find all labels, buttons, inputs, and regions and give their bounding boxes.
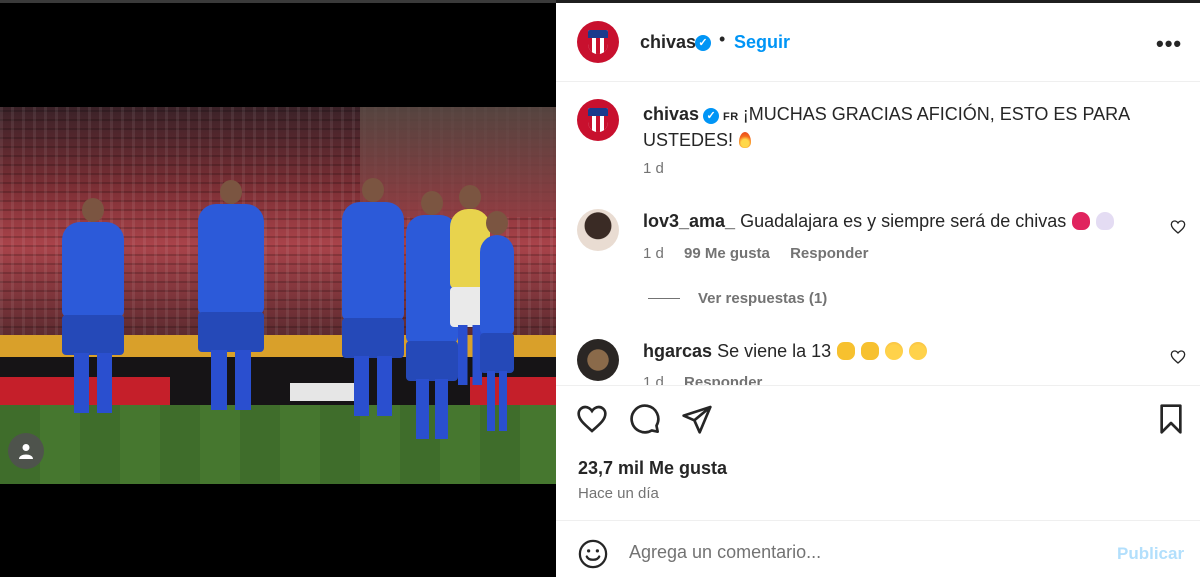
comment-bubble-icon[interactable] — [629, 403, 661, 435]
comment-text-line: lov3_ama_ Guadalajara es y siempre será … — [643, 211, 1115, 232]
like-comment-heart-icon[interactable] — [1170, 349, 1186, 365]
view-replies-label: Ver respuestas (1) — [698, 290, 828, 307]
heart-eyes-emoji-icon — [909, 342, 928, 360]
share-send-icon[interactable] — [681, 403, 713, 435]
reply-button[interactable]: Responder — [684, 374, 762, 385]
comment-text-line: hgarcas Se viene la 13 — [643, 341, 928, 362]
caption-tag: FR — [723, 111, 739, 123]
stadium-stands-light — [360, 107, 556, 217]
likes-count[interactable]: 23,7 mil Me gusta — [578, 458, 727, 479]
comment-text: Se viene la 13 — [717, 341, 832, 361]
post-media — [0, 0, 556, 577]
separator-dot: • — [719, 29, 726, 49]
player-figure — [342, 178, 404, 416]
player-figure — [480, 211, 514, 431]
heart-eyes-emoji-icon — [885, 342, 904, 360]
red-heart-emoji-icon — [1072, 212, 1091, 230]
comment-meta: 1 d Responder — [643, 374, 778, 385]
white-heart-emoji-icon — [1096, 212, 1115, 230]
avatar[interactable] — [577, 21, 619, 63]
comment-username[interactable]: lov3_ama_ — [643, 211, 735, 231]
caption-avatar[interactable] — [577, 99, 619, 141]
follow-button[interactable]: Seguir — [734, 32, 790, 53]
comment-input[interactable] — [629, 542, 1099, 563]
clap-emoji-icon — [861, 342, 880, 360]
comment-time[interactable]: 1 d — [643, 374, 664, 385]
comment-username[interactable]: hgarcas — [643, 341, 712, 361]
ad-board-red-right — [470, 377, 556, 407]
comments-scroll[interactable]: chivas ✓ FR ¡MUCHAS GRACIAS AFICIÓN, ESTO E… — [556, 83, 1200, 385]
like-comment-heart-icon[interactable] — [1170, 219, 1186, 235]
user-icon — [19, 444, 33, 459]
comment-text: Guadalajara es y siempre será de chivas — [740, 211, 1067, 231]
comment-meta: 1 d 99 Me gusta Responder — [643, 245, 884, 262]
comment-avatar[interactable] — [577, 209, 619, 251]
publish-button[interactable]: Publicar — [1117, 544, 1184, 564]
ad-board-white — [290, 383, 360, 401]
like-heart-icon[interactable] — [576, 403, 608, 435]
pitch-grass — [0, 405, 556, 484]
player-figure — [62, 198, 124, 413]
fire-emoji-icon — [739, 132, 752, 148]
replies-divider — [648, 298, 680, 299]
post-photo[interactable] — [0, 107, 556, 484]
more-options-icon[interactable]: ••• — [1156, 31, 1182, 57]
post-actions: 23,7 mil Me gusta Hace un día — [556, 385, 1200, 519]
save-bookmark-icon[interactable] — [1155, 403, 1187, 435]
clap-emoji-icon — [837, 342, 856, 360]
chivas-crest-icon — [588, 30, 608, 54]
comment-avatar[interactable] — [577, 339, 619, 381]
verified-badge-icon: ✓ — [703, 108, 720, 124]
tagged-users-button[interactable] — [8, 433, 44, 469]
add-comment-bar: Publicar — [556, 520, 1200, 577]
post-panel: chivas ✓ • Seguir ••• chivas ✓ FR ¡MUCHAS G… — [556, 0, 1200, 577]
header-username[interactable]: chivas — [640, 32, 696, 53]
post-header: chivas ✓ • Seguir ••• — [556, 3, 1200, 82]
comment-time[interactable]: 1 d — [643, 245, 664, 262]
view-replies-button[interactable]: Ver respuestas (1) — [648, 290, 827, 307]
post-caption: chivas ✓ FR ¡MUCHAS GRACIAS AFICIÓN, ESTO E… — [643, 103, 1143, 152]
player-figure — [198, 180, 264, 410]
caption-username[interactable]: chivas — [643, 104, 699, 124]
media-top-strip — [0, 0, 556, 3]
verified-badge-icon: ✓ — [695, 35, 711, 51]
chivas-crest-icon — [588, 108, 608, 132]
emoji-picker-icon[interactable] — [578, 539, 608, 569]
reply-button[interactable]: Responder — [790, 245, 868, 262]
post-timestamp[interactable]: Hace un día — [578, 485, 659, 502]
comment-likes[interactable]: 99 Me gusta — [684, 245, 770, 262]
caption-timestamp[interactable]: 1 d — [643, 160, 664, 177]
